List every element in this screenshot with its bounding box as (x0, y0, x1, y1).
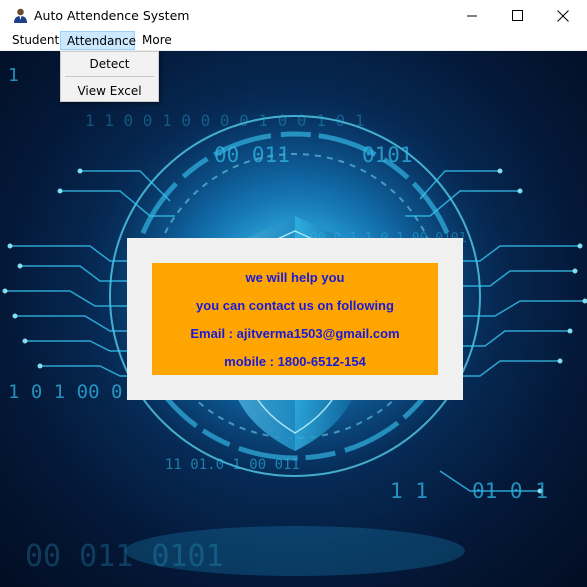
maximize-icon (511, 10, 523, 21)
close-icon (557, 9, 569, 22)
binary-text: 11 01.0 1 00 011 (165, 457, 300, 473)
contact-subheading: you can contact us on following (196, 298, 394, 313)
close-button[interactable] (540, 0, 586, 31)
binary-text: 00 011 (214, 143, 290, 167)
menu-separator (65, 76, 154, 77)
binary-text: 1 1 0 0 1 0 0 0 0 1 0 0 1 0 1 (85, 111, 365, 130)
contact-panel: we will help you you can contact us on f… (127, 238, 463, 400)
help-heading: we will help you (245, 270, 345, 285)
menu-student[interactable]: Student (6, 31, 65, 50)
binary-text: 1 1 (390, 479, 428, 503)
binary-text: 1 (8, 65, 19, 86)
attendance-dropdown-menu: Detect View Excel (60, 51, 159, 102)
menu-item-view-excel[interactable]: View Excel (61, 80, 158, 102)
contact-info-box: we will help you you can contact us on f… (152, 263, 438, 375)
email-text: Email : ajitverma1503@gmail.com (190, 326, 400, 341)
menu-item-detect[interactable]: Detect (61, 53, 158, 75)
minimize-icon (466, 15, 477, 17)
user-avatar-icon (12, 7, 29, 24)
menu-more[interactable]: More (136, 31, 178, 50)
window-title: Auto Attendence System (34, 8, 190, 23)
maximize-button[interactable] (494, 0, 540, 31)
binary-text: 1 0 1 00 0 (8, 381, 123, 403)
binary-text: 0101 (362, 143, 413, 167)
menu-attendance[interactable]: Attendance (60, 31, 136, 50)
mobile-text: mobile : 1800-6512-154 (224, 354, 366, 369)
binary-text: 00 011 0101 (25, 539, 224, 574)
binary-text: 01 0 1 (472, 479, 548, 503)
minimize-button[interactable] (449, 0, 495, 31)
title-bar: Auto Attendence System (0, 0, 587, 31)
menu-bar: Student Attendance More (0, 31, 587, 51)
